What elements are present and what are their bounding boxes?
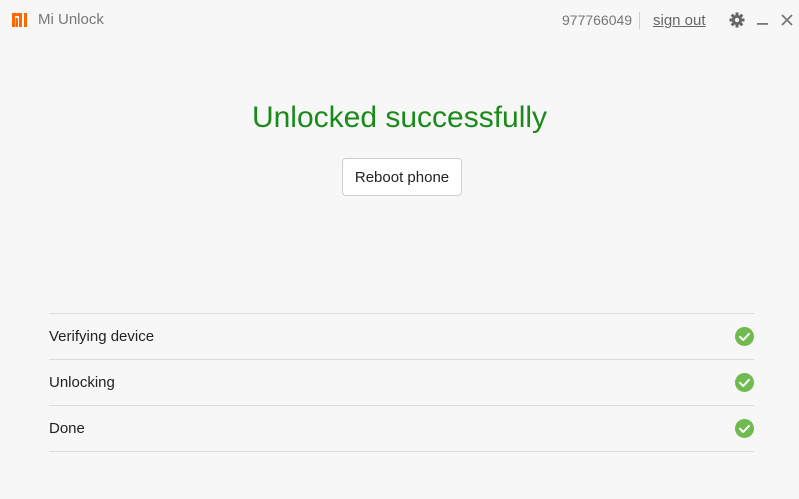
gear-icon[interactable] <box>728 11 746 29</box>
check-circle-icon <box>735 373 754 392</box>
check-circle-icon <box>735 327 754 346</box>
status-title: Unlocked successfully <box>251 101 548 134</box>
mi-logo-icon <box>12 13 27 27</box>
header-divider <box>639 12 640 29</box>
minimize-icon[interactable] <box>754 11 772 29</box>
step-label: Verifying device <box>49 328 155 345</box>
title-bar: Mi Unlock 977766049 sign out <box>0 0 799 40</box>
step-label: Done <box>49 420 85 437</box>
step-done: Done <box>49 406 754 452</box>
step-verifying-device: Verifying device <box>49 314 754 360</box>
check-circle-icon <box>735 419 754 438</box>
app-title: Mi Unlock <box>38 11 104 28</box>
reboot-phone-button[interactable]: Reboot phone <box>342 158 462 196</box>
step-label: Unlocking <box>49 374 115 391</box>
step-unlocking: Unlocking <box>49 360 754 406</box>
sign-out-link[interactable]: sign out <box>653 12 706 29</box>
user-id: 977766049 <box>562 12 633 28</box>
close-icon[interactable] <box>778 11 796 29</box>
progress-steps: Verifying device Unlocking Done <box>49 313 754 452</box>
